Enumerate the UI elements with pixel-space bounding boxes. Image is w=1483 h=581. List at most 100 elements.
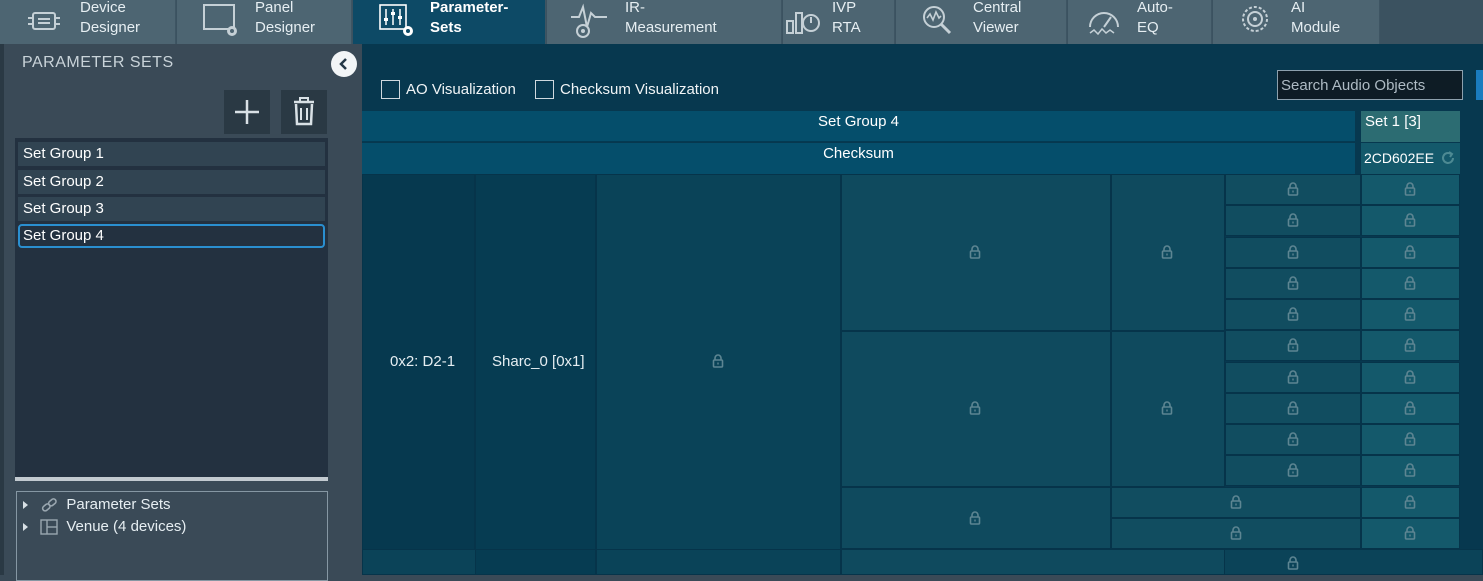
table-cell[interactable] <box>596 549 841 575</box>
panel-designer-icon <box>199 3 239 41</box>
group-item-selected[interactable]: Set Group 4 <box>18 224 325 248</box>
delete-group-button[interactable] <box>281 90 327 134</box>
lock-icon <box>1404 245 1416 259</box>
lock-icon <box>1404 463 1416 477</box>
device-cell: 0x2: D2-1 <box>362 174 475 575</box>
search-audio-objects-input[interactable] <box>1277 70 1463 100</box>
lock-icon <box>1287 432 1299 446</box>
tab-ivp-rta[interactable]: IVP RTA <box>783 0 895 44</box>
group-item[interactable]: Set Group 3 <box>18 197 325 221</box>
lock-icon <box>1404 526 1416 540</box>
lock-icon <box>1287 245 1299 259</box>
lock-icon <box>1287 401 1299 415</box>
ivp-rta-icon <box>783 3 823 41</box>
group-list: Set Group 1 Set Group 2 Set Group 3 Set … <box>15 138 328 478</box>
add-group-button[interactable] <box>224 90 270 134</box>
lock-icon <box>1287 556 1299 570</box>
tab-parameter-sets[interactable]: Parameter- Sets <box>353 0 546 44</box>
lock-icon <box>1404 432 1416 446</box>
device-designer-icon <box>24 3 64 41</box>
ir-measurement-icon <box>569 3 609 41</box>
panel-edge <box>0 44 4 575</box>
set-column-header[interactable]: Set 1 [3] <box>1361 111 1460 142</box>
tab-label: AI Module <box>1291 0 1341 36</box>
expand-arrow-icon[interactable] <box>23 501 28 510</box>
group-item[interactable]: Set Group 2 <box>18 170 325 194</box>
device-label: 0x2: D2-1 <box>390 353 456 370</box>
tree-label: Venue (4 devices) <box>66 518 187 535</box>
tab-device-designer[interactable]: Device Designer <box>0 0 176 44</box>
tab-panel-designer[interactable]: Panel Designer <box>177 0 352 44</box>
lock-icon <box>1404 338 1416 352</box>
table-cell[interactable] <box>596 174 841 575</box>
core-cell: Sharc_0 [0x1] <box>475 174 596 575</box>
central-viewer-icon <box>918 3 958 41</box>
tab-auto-eq[interactable]: Auto- EQ <box>1068 0 1212 44</box>
trash-icon <box>294 97 314 126</box>
lock-icon <box>1404 307 1416 321</box>
panel-title: PARAMETER SETS <box>22 54 174 71</box>
tab-label: IR- Measurement <box>625 0 717 36</box>
checkbox-label: AO Visualization <box>406 81 516 98</box>
venue-tree: Parameter Sets Venue (4 devices) <box>16 491 328 581</box>
plus-icon <box>235 100 259 124</box>
tab-ai-module[interactable]: AI Module <box>1213 0 1380 44</box>
tab-label: Central Viewer <box>973 0 1022 36</box>
group-item[interactable]: Set Group 1 <box>18 142 325 166</box>
checksum-value: 2CD602EE <box>1364 150 1435 166</box>
table-cell[interactable] <box>841 549 1225 575</box>
tree-node-parameter-sets[interactable]: Parameter Sets <box>23 495 171 515</box>
lock-icon <box>1404 401 1416 415</box>
checkbox-box[interactable] <box>381 80 400 99</box>
lock-icon <box>1230 495 1242 509</box>
lock-icon <box>969 401 981 415</box>
checksum-header: Checksum <box>362 143 1355 174</box>
panel-splitter[interactable] <box>15 477 328 481</box>
set-group-header: Set Group 4 <box>362 111 1355 142</box>
table-cell[interactable] <box>475 549 596 575</box>
lock-icon <box>1230 526 1242 540</box>
lock-icon <box>1404 182 1416 196</box>
search-button[interactable] <box>1476 70 1483 100</box>
tree-node-venue[interactable]: Venue (4 devices) <box>23 517 186 537</box>
checkbox-label: Checksum Visualization <box>560 81 719 98</box>
lock-icon <box>1404 495 1416 509</box>
tab-ir-measurement[interactable]: IR- Measurement <box>547 0 782 44</box>
tab-label: IVP RTA <box>832 0 861 36</box>
lock-icon <box>1287 338 1299 352</box>
tab-central-viewer[interactable]: Central Viewer <box>896 0 1067 44</box>
lock-icon <box>1161 401 1173 415</box>
lock-icon <box>969 511 981 525</box>
lock-icon <box>1287 213 1299 227</box>
tab-label: Panel Designer <box>255 0 316 36</box>
lock-icon <box>712 354 724 368</box>
lock-icon <box>969 245 981 259</box>
auto-eq-icon <box>1084 3 1124 41</box>
tab-label: Parameter- Sets <box>430 0 509 36</box>
parameter-sets-panel: PARAMETER SETS Set Group 1 Set Group 2 S… <box>0 44 361 581</box>
parameter-sets-main: AO Visualization Checksum Visualization … <box>362 44 1483 575</box>
checksum-value-cell: 2CD602EE <box>1361 143 1460 174</box>
lock-icon <box>1161 245 1173 259</box>
lock-icon <box>1404 213 1416 227</box>
checkbox-box[interactable] <box>535 80 554 99</box>
lock-icon <box>1404 370 1416 384</box>
link-icon <box>42 498 57 512</box>
lock-icon <box>1287 307 1299 321</box>
parameter-sets-icon <box>377 3 417 41</box>
collapse-panel-button[interactable] <box>331 51 357 77</box>
module-tab-bar: Device Designer Panel Designer Parameter… <box>0 0 1483 44</box>
tab-label: Device Designer <box>80 0 141 36</box>
lock-icon <box>1287 463 1299 477</box>
core-label: Sharc_0 [0x1] <box>492 353 585 370</box>
lock-icon <box>1287 370 1299 384</box>
tab-label: Auto- EQ <box>1137 0 1173 36</box>
tree-label: Parameter Sets <box>66 496 171 513</box>
lock-icon <box>1287 182 1299 196</box>
expand-arrow-icon[interactable] <box>23 523 28 532</box>
lock-icon <box>1404 276 1416 290</box>
refresh-icon[interactable] <box>1439 149 1457 167</box>
lock-icon <box>1287 276 1299 290</box>
venue-icon <box>40 519 58 535</box>
ai-module-icon <box>1237 3 1277 41</box>
